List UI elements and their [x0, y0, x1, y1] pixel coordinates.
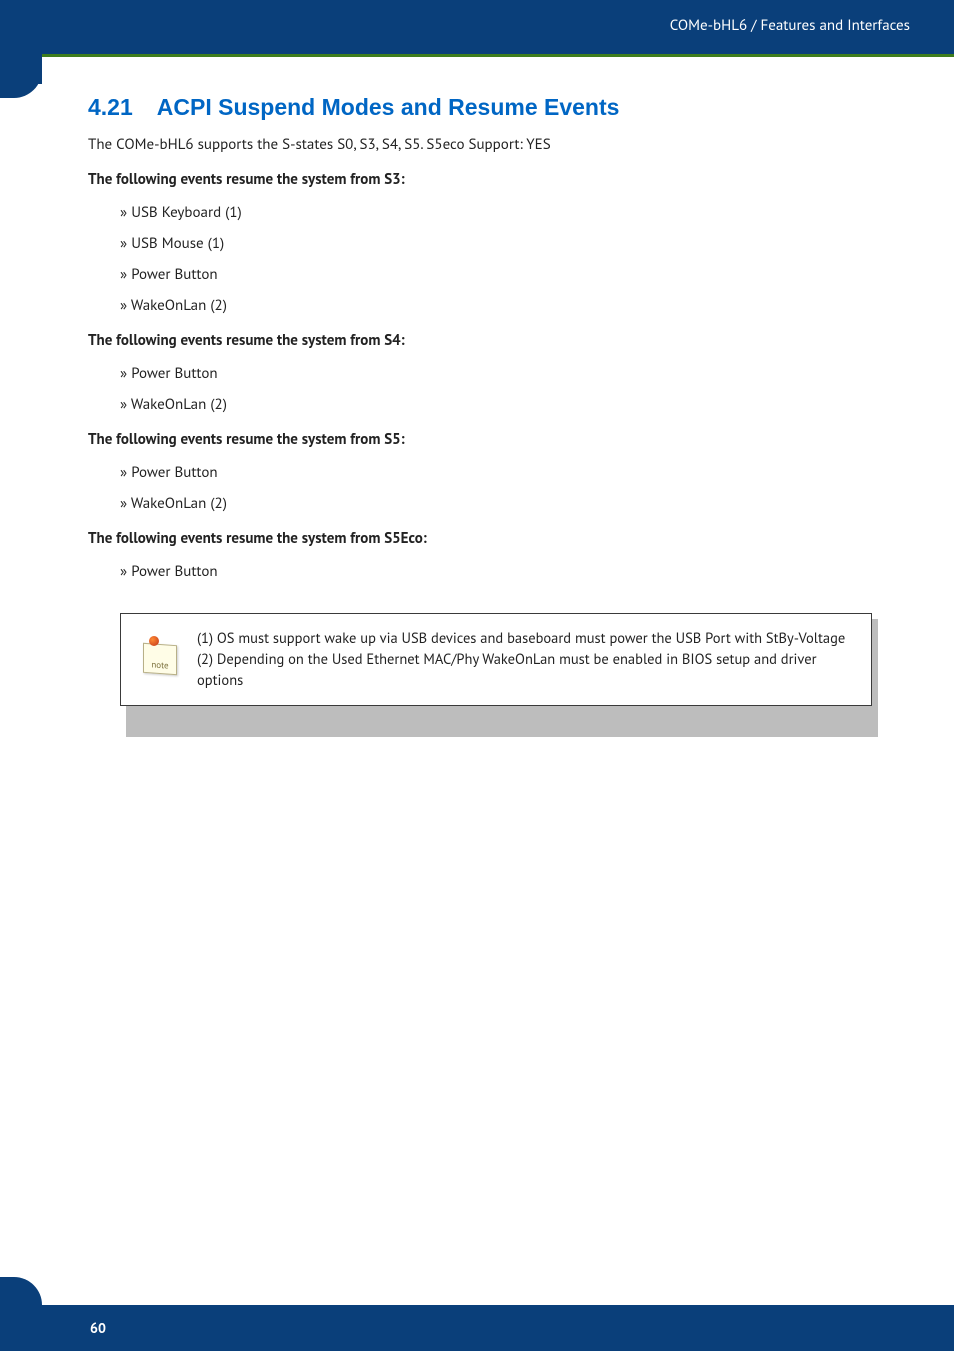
content-area: 4.21 ACPI Suspend Modes and Resume Events…	[0, 54, 954, 706]
note-box: note (1) OS must support wake up via USB…	[120, 613, 872, 706]
list-item: WakeOnLan (2)	[120, 494, 884, 513]
note-icon: note	[137, 638, 181, 682]
list-item: WakeOnLan (2)	[120, 395, 884, 414]
section-intro: The COMe-bHL6 supports the S-states S0, …	[88, 135, 884, 154]
note-icon-label: note	[143, 642, 177, 674]
note-callout: note (1) OS must support wake up via USB…	[120, 613, 884, 706]
bullet-list: USB Keyboard (1) USB Mouse (1) Power But…	[120, 203, 884, 315]
list-item: USB Keyboard (1)	[120, 203, 884, 222]
note-line: (2) Depending on the Used Ethernet MAC/P…	[197, 649, 855, 691]
header-bar: COMe-bHL6 / Features and Interfaces	[0, 0, 954, 54]
group-heading: The following events resume the system f…	[88, 430, 884, 449]
page-number: 60	[90, 1319, 106, 1337]
list-item: Power Button	[120, 265, 884, 284]
note-line: (1) OS must support wake up via USB devi…	[197, 628, 855, 649]
list-item: WakeOnLan (2)	[120, 296, 884, 315]
list-item: USB Mouse (1)	[120, 234, 884, 253]
breadcrumb: COMe-bHL6 / Features and Interfaces	[670, 16, 910, 35]
footer-bar: 60	[0, 1305, 954, 1351]
bullet-list: Power Button	[120, 562, 884, 581]
side-stripe-top	[0, 54, 42, 84]
group-heading: The following events resume the system f…	[88, 529, 884, 548]
side-stripe-bottom	[0, 1277, 42, 1305]
bullet-list: Power Button WakeOnLan (2)	[120, 463, 884, 513]
list-item: Power Button	[120, 463, 884, 482]
pushpin-icon	[149, 636, 159, 646]
section-heading: 4.21 ACPI Suspend Modes and Resume Events	[88, 94, 884, 121]
group-heading: The following events resume the system f…	[88, 170, 884, 189]
group-heading: The following events resume the system f…	[88, 331, 884, 350]
section-number: 4.21	[88, 94, 133, 120]
section-title: ACPI Suspend Modes and Resume Events	[157, 94, 620, 120]
note-text: (1) OS must support wake up via USB devi…	[197, 628, 855, 691]
list-item: Power Button	[120, 562, 884, 581]
list-item: Power Button	[120, 364, 884, 383]
bullet-list: Power Button WakeOnLan (2)	[120, 364, 884, 414]
